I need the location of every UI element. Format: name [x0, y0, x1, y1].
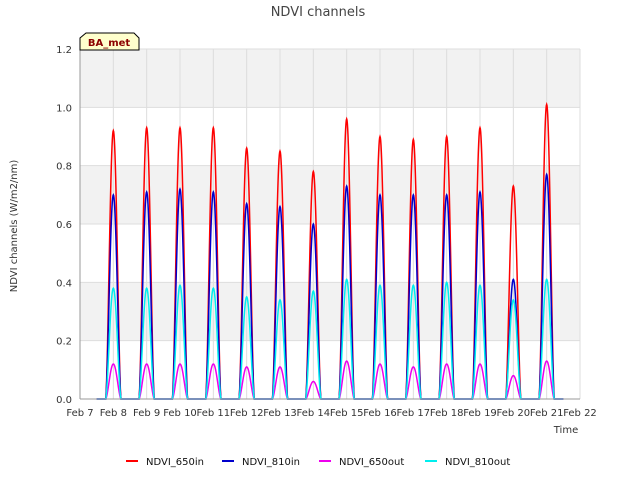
- x-tick-label: Feb 13: [263, 408, 297, 419]
- x-tick-label: Feb 20: [497, 408, 531, 419]
- x-tick-label: Feb 15: [330, 408, 364, 419]
- x-tick-label: Feb 21: [530, 408, 564, 419]
- y-tick-labels: 0.0 0.2 0.4 0.6 0.8 1.0 1.2: [56, 45, 72, 406]
- x-tick-label: Feb 11: [197, 408, 231, 419]
- y-tick-label: 1.2: [56, 45, 72, 56]
- x-tick-label: Feb 7: [66, 408, 93, 419]
- x-tick-label: Feb 9: [133, 408, 160, 419]
- x-tick-label: Feb 12: [230, 408, 264, 419]
- shaded-band: [80, 282, 580, 341]
- y-tick-label: 0.2: [56, 337, 72, 348]
- chart-title: NDVI channels: [271, 5, 366, 20]
- y-axis-label: NDVI channels (W/m2/nm): [9, 160, 20, 293]
- x-axis-label: Time: [553, 425, 578, 436]
- legend-label-ndvi-810in: NDVI_810in: [242, 457, 300, 468]
- site-badge-label: BA_met: [88, 38, 131, 49]
- site-badge: BA_met: [79, 32, 140, 51]
- x-tick-label: Feb 19: [463, 408, 497, 419]
- x-tick-label: Feb 17: [397, 408, 431, 419]
- shaded-band: [80, 49, 580, 108]
- ndvi-chart: NDVI channels 0.0 0.2 0.4 0.6 0.8 1.0 1.2 Feb …: [9, 5, 597, 468]
- y-tick-label: 0.0: [56, 395, 72, 406]
- y-tick-label: 0.8: [56, 162, 72, 173]
- y-tick-label: 0.4: [56, 278, 72, 289]
- legend-label-ndvi-650out: NDVI_650out: [339, 457, 404, 468]
- x-tick-label: Feb 22: [563, 408, 597, 419]
- x-tick-label: Feb 16: [363, 408, 397, 419]
- legend-label-ndvi-810out: NDVI_810out: [445, 457, 510, 468]
- y-tick-label: 0.6: [56, 220, 72, 231]
- x-tick-label: Feb 8: [100, 408, 127, 419]
- legend: NDVI_650in NDVI_810in NDVI_650out NDVI_810o…: [126, 457, 510, 468]
- y-tick-label: 1.0: [56, 103, 72, 114]
- x-tick-labels: Feb 7 Feb 8 Feb 9 Feb 10 Feb 11 Feb 12 Feb 13 F…: [66, 408, 596, 419]
- x-tick-label: Feb 10: [163, 408, 197, 419]
- shaded-band: [80, 165, 580, 224]
- legend-label-ndvi-650in: NDVI_650in: [146, 457, 204, 468]
- x-tick-label: Feb 18: [430, 408, 464, 419]
- x-tick-label: Feb 14: [297, 408, 331, 419]
